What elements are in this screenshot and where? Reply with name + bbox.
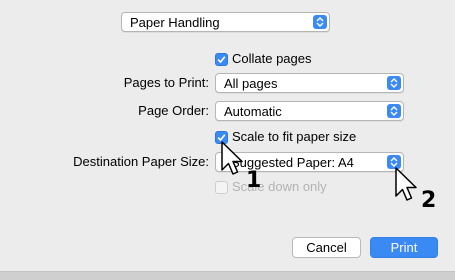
cancel-button[interactable]: Cancel bbox=[292, 237, 361, 258]
callout-number-1: 1 bbox=[246, 168, 262, 193]
updown-arrows-icon bbox=[313, 15, 327, 29]
callout-number-2: 2 bbox=[421, 188, 437, 213]
collate-label[interactable]: Collate pages bbox=[232, 51, 312, 67]
page-order-select[interactable]: Automatic bbox=[215, 101, 404, 121]
page-order-label: Page Order: bbox=[138, 103, 209, 118]
window-bottom-edge bbox=[0, 271, 455, 280]
section-select-value: Paper Handling bbox=[130, 15, 220, 30]
updown-arrows-icon bbox=[387, 104, 401, 118]
pointer-cursor-icon bbox=[395, 167, 417, 201]
collate-checkbox[interactable] bbox=[215, 53, 228, 66]
pages-to-print-value: All pages bbox=[224, 76, 278, 91]
scale-down-only-checkbox[interactable] bbox=[215, 181, 228, 194]
print-dialog: Paper Handling Collate pages Pages to Pr… bbox=[0, 0, 455, 280]
updown-arrows-icon bbox=[387, 76, 401, 90]
pointer-cursor-icon bbox=[221, 141, 243, 175]
page-order-value: Automatic bbox=[224, 104, 282, 119]
scale-to-fit-label[interactable]: Scale to fit paper size bbox=[232, 129, 356, 145]
section-select[interactable]: Paper Handling bbox=[121, 12, 330, 32]
pages-to-print-select[interactable]: All pages bbox=[215, 73, 404, 93]
print-button[interactable]: Print bbox=[370, 237, 438, 258]
pages-to-print-label: Pages to Print: bbox=[123, 75, 209, 90]
destination-paper-size-label: Destination Paper Size: bbox=[73, 154, 209, 169]
